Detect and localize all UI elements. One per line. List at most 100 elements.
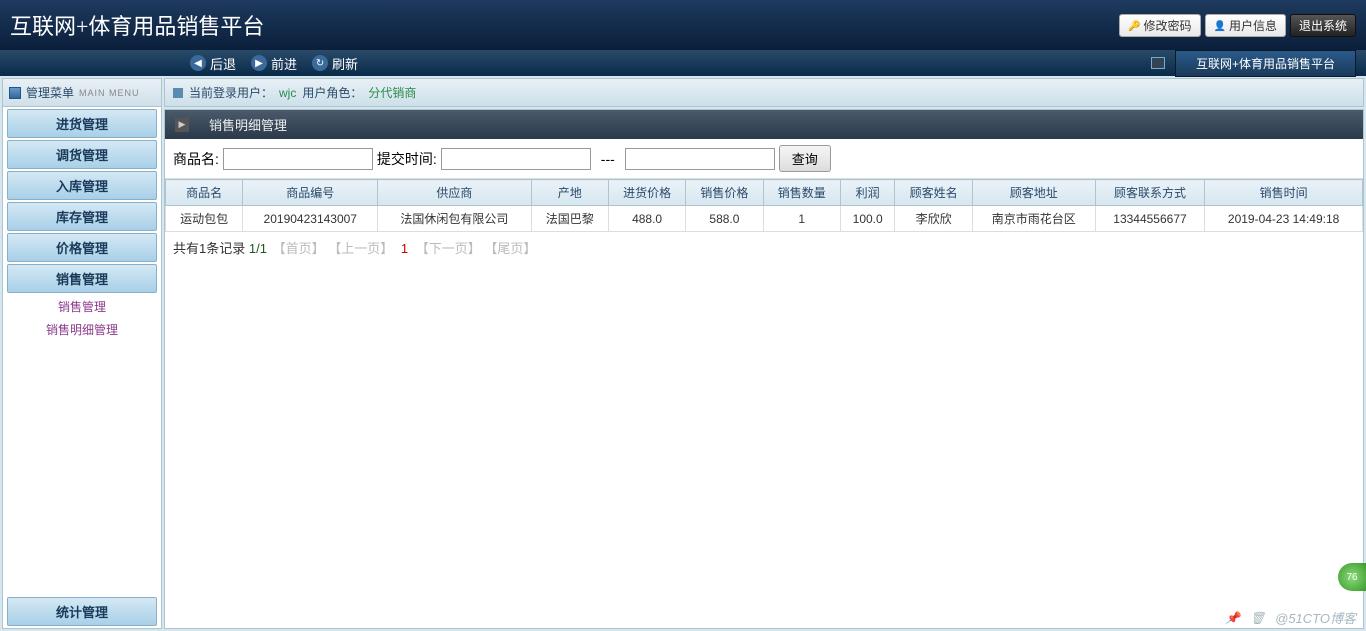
- th-sale-price: 销售价格: [686, 180, 763, 206]
- sidebar-item-label: 价格管理: [56, 241, 108, 256]
- user-info-button[interactable]: 用户信息: [1205, 14, 1286, 37]
- nav-toolbar: 后退 前进 刷新 互联网+体育用品销售平台: [0, 50, 1366, 76]
- sidebar-item-instock[interactable]: 入库管理: [7, 171, 157, 200]
- th-quantity: 销售数量: [763, 180, 840, 206]
- pager-page-info: 1/1: [249, 241, 267, 256]
- nav-refresh-label: 刷新: [332, 54, 358, 73]
- sidebar-bottom: 统计管理: [3, 595, 161, 628]
- search-button-label: 查询: [792, 152, 818, 167]
- footer-watermark: 📌 🗑 @51CTO博客: [1225, 608, 1356, 627]
- td-sale-price: 588.0: [686, 206, 763, 232]
- product-name-input[interactable]: [223, 148, 373, 170]
- nav-back[interactable]: 后退: [190, 54, 236, 73]
- sidebar-item-label: 进货管理: [56, 117, 108, 132]
- current-role: 分代销商: [368, 84, 416, 101]
- submenu-sales-mgmt[interactable]: 销售管理: [3, 295, 161, 318]
- sidebar-item-sales[interactable]: 销售管理: [7, 264, 157, 293]
- sidebar-header-en: MAIN MENU: [79, 88, 140, 98]
- app-title: 互联网+体育用品销售平台: [10, 9, 264, 41]
- pager-prev[interactable]: 【上一页】: [328, 241, 393, 256]
- sidebar-header: 管理菜单 MAIN MENU: [3, 79, 161, 107]
- info-icon: [173, 88, 183, 98]
- pager-current: 1: [401, 241, 408, 256]
- time-separator: ---: [601, 151, 615, 167]
- td-supplier: 法国休闲包有限公司: [378, 206, 531, 232]
- product-name-label: 商品名:: [173, 149, 219, 169]
- th-customer-phone: 顾客联系方式: [1095, 180, 1205, 206]
- panel-title-bar: 销售明细管理: [165, 110, 1363, 139]
- submit-time-from-input[interactable]: [441, 148, 591, 170]
- logout-button[interactable]: 退出系统: [1290, 14, 1356, 37]
- menu-grid-icon: [9, 87, 21, 99]
- td-quantity: 1: [763, 206, 840, 232]
- td-sale-time: 2019-04-23 14:49:18: [1205, 206, 1363, 232]
- table-row: 运动包包 20190423143007 法国休闲包有限公司 法国巴黎 488.0…: [166, 206, 1363, 232]
- nav-forward-label: 前进: [271, 54, 297, 73]
- search-button[interactable]: 查询: [779, 145, 831, 172]
- user-info-bar: 当前登录用户： wjc 用户角色： 分代销商: [164, 78, 1364, 107]
- sidebar-item-price[interactable]: 价格管理: [7, 233, 157, 262]
- main-wrap: 管理菜单 MAIN MENU 进货管理 调货管理 入库管理 库存管理 价格管理 …: [0, 76, 1366, 631]
- sidebar-item-stats[interactable]: 统计管理: [7, 597, 157, 626]
- td-customer-addr: 南京市雨花台区: [972, 206, 1095, 232]
- th-sale-time: 销售时间: [1205, 180, 1363, 206]
- user-icon: [1214, 18, 1226, 32]
- th-purchase-price: 进货价格: [608, 180, 685, 206]
- play-icon: [175, 118, 189, 132]
- header-title-bar: 互联网+体育用品销售平台 修改密码 用户信息 退出系统: [0, 0, 1366, 50]
- pager-next[interactable]: 【下一页】: [416, 241, 481, 256]
- change-password-button[interactable]: 修改密码: [1119, 14, 1200, 37]
- td-product-name: 运动包包: [166, 206, 243, 232]
- change-password-label: 修改密码: [1144, 17, 1192, 34]
- th-profit: 利润: [840, 180, 895, 206]
- pager: 共有1条记录 1/1 【首页】 【上一页】 1 【下一页】 【尾页】: [165, 232, 1363, 263]
- td-customer-name: 李欣欣: [895, 206, 972, 232]
- td-purchase-price: 488.0: [608, 206, 685, 232]
- user-info-label: 用户信息: [1229, 17, 1277, 34]
- nav-refresh[interactable]: 刷新: [312, 54, 358, 73]
- td-origin: 法国巴黎: [531, 206, 608, 232]
- floating-badge[interactable]: 76: [1338, 563, 1366, 591]
- refresh-icon: [312, 55, 328, 71]
- trash-icon: 🗑: [1250, 611, 1265, 625]
- nav-forward[interactable]: 前进: [251, 54, 297, 73]
- pager-first[interactable]: 【首页】: [273, 241, 325, 256]
- th-product-name: 商品名: [166, 180, 243, 206]
- header-buttons: 修改密码 用户信息 退出系统: [1119, 14, 1356, 37]
- sidebar-header-label: 管理菜单: [26, 84, 74, 101]
- nav-left: 后退 前进 刷新: [190, 54, 358, 73]
- sidebar: 管理菜单 MAIN MENU 进货管理 调货管理 入库管理 库存管理 价格管理 …: [2, 78, 162, 629]
- breadcrumb[interactable]: 互联网+体育用品销售平台: [1175, 50, 1356, 77]
- sidebar-item-transfer[interactable]: 调货管理: [7, 140, 157, 169]
- current-user: wjc: [279, 86, 296, 100]
- td-profit: 100.0: [840, 206, 895, 232]
- sidebar-item-inventory[interactable]: 库存管理: [7, 202, 157, 231]
- pin-icon: 📌: [1225, 611, 1240, 625]
- sidebar-item-label: 调货管理: [56, 148, 108, 163]
- key-icon: [1128, 18, 1140, 32]
- th-origin: 产地: [531, 180, 608, 206]
- td-product-code: 20190423143007: [243, 206, 378, 232]
- arrow-left-icon: [190, 55, 206, 71]
- monitor-icon: [1151, 57, 1165, 69]
- pager-total: 共有1条记录: [173, 241, 245, 256]
- sidebar-item-label: 统计管理: [56, 605, 108, 620]
- submit-time-to-input[interactable]: [625, 148, 775, 170]
- submit-time-label: 提交时间:: [377, 149, 437, 169]
- nav-right: 互联网+体育用品销售平台: [1151, 50, 1356, 77]
- pager-last[interactable]: 【尾页】: [484, 241, 536, 256]
- logout-label: 退出系统: [1299, 17, 1347, 34]
- th-customer-name: 顾客姓名: [895, 180, 972, 206]
- sidebar-item-label: 销售管理: [56, 272, 108, 287]
- th-customer-addr: 顾客地址: [972, 180, 1095, 206]
- th-product-code: 商品编号: [243, 180, 378, 206]
- td-customer-phone: 13344556677: [1095, 206, 1205, 232]
- submenu-label: 销售管理: [58, 300, 106, 314]
- panel-title: 销售明细管理: [209, 115, 287, 134]
- content: 当前登录用户： wjc 用户角色： 分代销商 销售明细管理 商品名: 提交时间:…: [164, 78, 1364, 629]
- sidebar-item-label: 入库管理: [56, 179, 108, 194]
- submenu-sales-detail[interactable]: 销售明细管理: [3, 318, 161, 341]
- sidebar-item-purchase[interactable]: 进货管理: [7, 109, 157, 138]
- arrow-right-icon: [251, 55, 267, 71]
- nav-back-label: 后退: [210, 54, 236, 73]
